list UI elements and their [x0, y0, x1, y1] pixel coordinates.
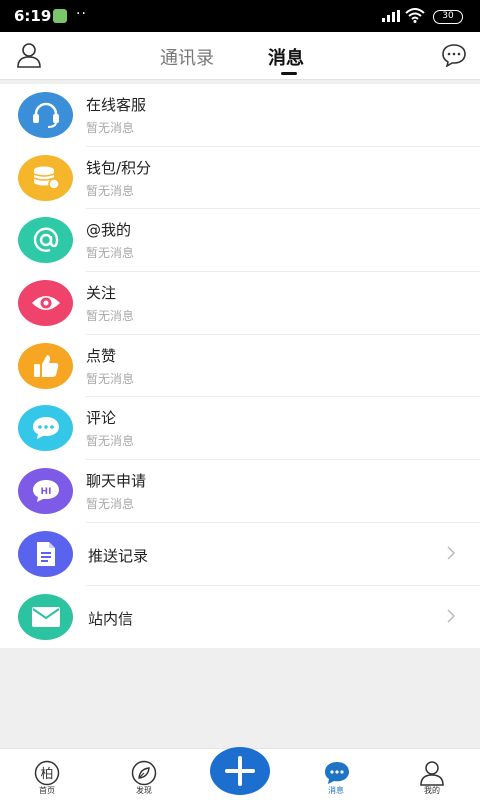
nav-label: 我的 — [424, 786, 440, 795]
header-tabs: 通讯录 消息 — [0, 32, 480, 80]
hi-chat-icon: HI — [18, 468, 73, 515]
list-item-title: 在线客服 — [86, 96, 147, 114]
list-item-subtitle: 暂无消息 — [86, 309, 135, 324]
svg-text:HI: HI — [40, 487, 51, 497]
list-item-subtitle: 暂无消息 — [86, 434, 135, 449]
eye-icon — [18, 280, 73, 327]
notification-app-icon — [53, 9, 67, 23]
list-item-title: 点赞 — [86, 346, 117, 365]
more-notifications-icon: ·· — [76, 6, 87, 22]
battery-icon: 30 — [433, 10, 463, 24]
comment-icon — [18, 405, 73, 452]
thumbs-up-icon — [18, 342, 73, 389]
list-item-comments[interactable]: 评论 暂无消息 — [0, 397, 480, 461]
top-header: 通讯录 消息 — [0, 32, 480, 80]
compass-icon — [131, 760, 157, 786]
active-tab-indicator — [281, 72, 297, 75]
home-logo-icon: 柏 — [34, 760, 60, 786]
nav-label: 消息 — [328, 786, 344, 795]
list-item-likes[interactable]: 点赞 暂无消息 — [0, 335, 480, 398]
list-item-title: 关注 — [86, 284, 117, 303]
envelope-icon — [18, 593, 73, 640]
list-item-title: 聊天申请 — [86, 472, 147, 491]
status-time: 6:19 — [14, 7, 52, 25]
list-item-mentions[interactable]: @我的 暂无消息 — [0, 209, 480, 273]
message-list: 在线客服 暂无消息 钱包/积分 暂无消息 @我的 暂无消息 关注 暂无消息 点赞… — [0, 84, 480, 649]
list-item-title: 站内信 — [88, 609, 134, 628]
headset-icon — [18, 92, 73, 138]
tab-messages[interactable]: 消息 — [268, 44, 304, 70]
plus-icon — [225, 756, 255, 786]
list-item-subtitle: 暂无消息 — [86, 121, 135, 135]
list-item-title: 钱包/积分 — [86, 158, 152, 177]
message-icon — [325, 762, 349, 784]
status-bar: 6:19 ·· 30 — [0, 0, 480, 32]
list-item-online-service[interactable]: 在线客服 暂无消息 — [0, 84, 480, 147]
chat-bubble-icon[interactable] — [441, 43, 467, 67]
nav-label: 首页 — [39, 786, 55, 795]
list-item-title: @我的 — [86, 221, 132, 240]
at-sign-icon — [18, 217, 73, 264]
svg-text:柏: 柏 — [40, 767, 53, 782]
signal-icon — [382, 10, 400, 22]
profile-icon — [420, 761, 444, 786]
publish-plus-button[interactable] — [210, 747, 270, 795]
list-item-push-records[interactable]: 推送记录 — [0, 523, 480, 586]
bottom-navigation: 柏 首页 发现 消息 我的 — [0, 747, 480, 800]
tab-contacts[interactable]: 通讯录 — [160, 44, 214, 70]
list-item-subtitle: 暂无消息 — [86, 497, 135, 512]
document-icon — [18, 530, 73, 577]
list-item-subtitle: 暂无消息 — [86, 183, 135, 198]
list-item-chat-request[interactable]: HI 聊天申请 暂无消息 — [0, 460, 480, 523]
list-item-title: 推送记录 — [88, 546, 149, 565]
chevron-right-icon — [447, 546, 456, 560]
list-item-title: 评论 — [86, 409, 117, 428]
list-item-inbox[interactable]: 站内信 — [0, 586, 480, 649]
nav-label: 发现 — [136, 786, 152, 795]
list-item-subtitle: 暂无消息 — [86, 246, 135, 261]
wifi-icon — [405, 8, 425, 23]
list-item-subtitle: 暂无消息 — [86, 371, 135, 386]
coins-icon — [18, 154, 73, 201]
chevron-right-icon — [447, 608, 456, 623]
list-item-wallet[interactable]: 钱包/积分 暂无消息 — [0, 147, 480, 210]
list-item-follow[interactable]: 关注 暂无消息 — [0, 272, 480, 335]
